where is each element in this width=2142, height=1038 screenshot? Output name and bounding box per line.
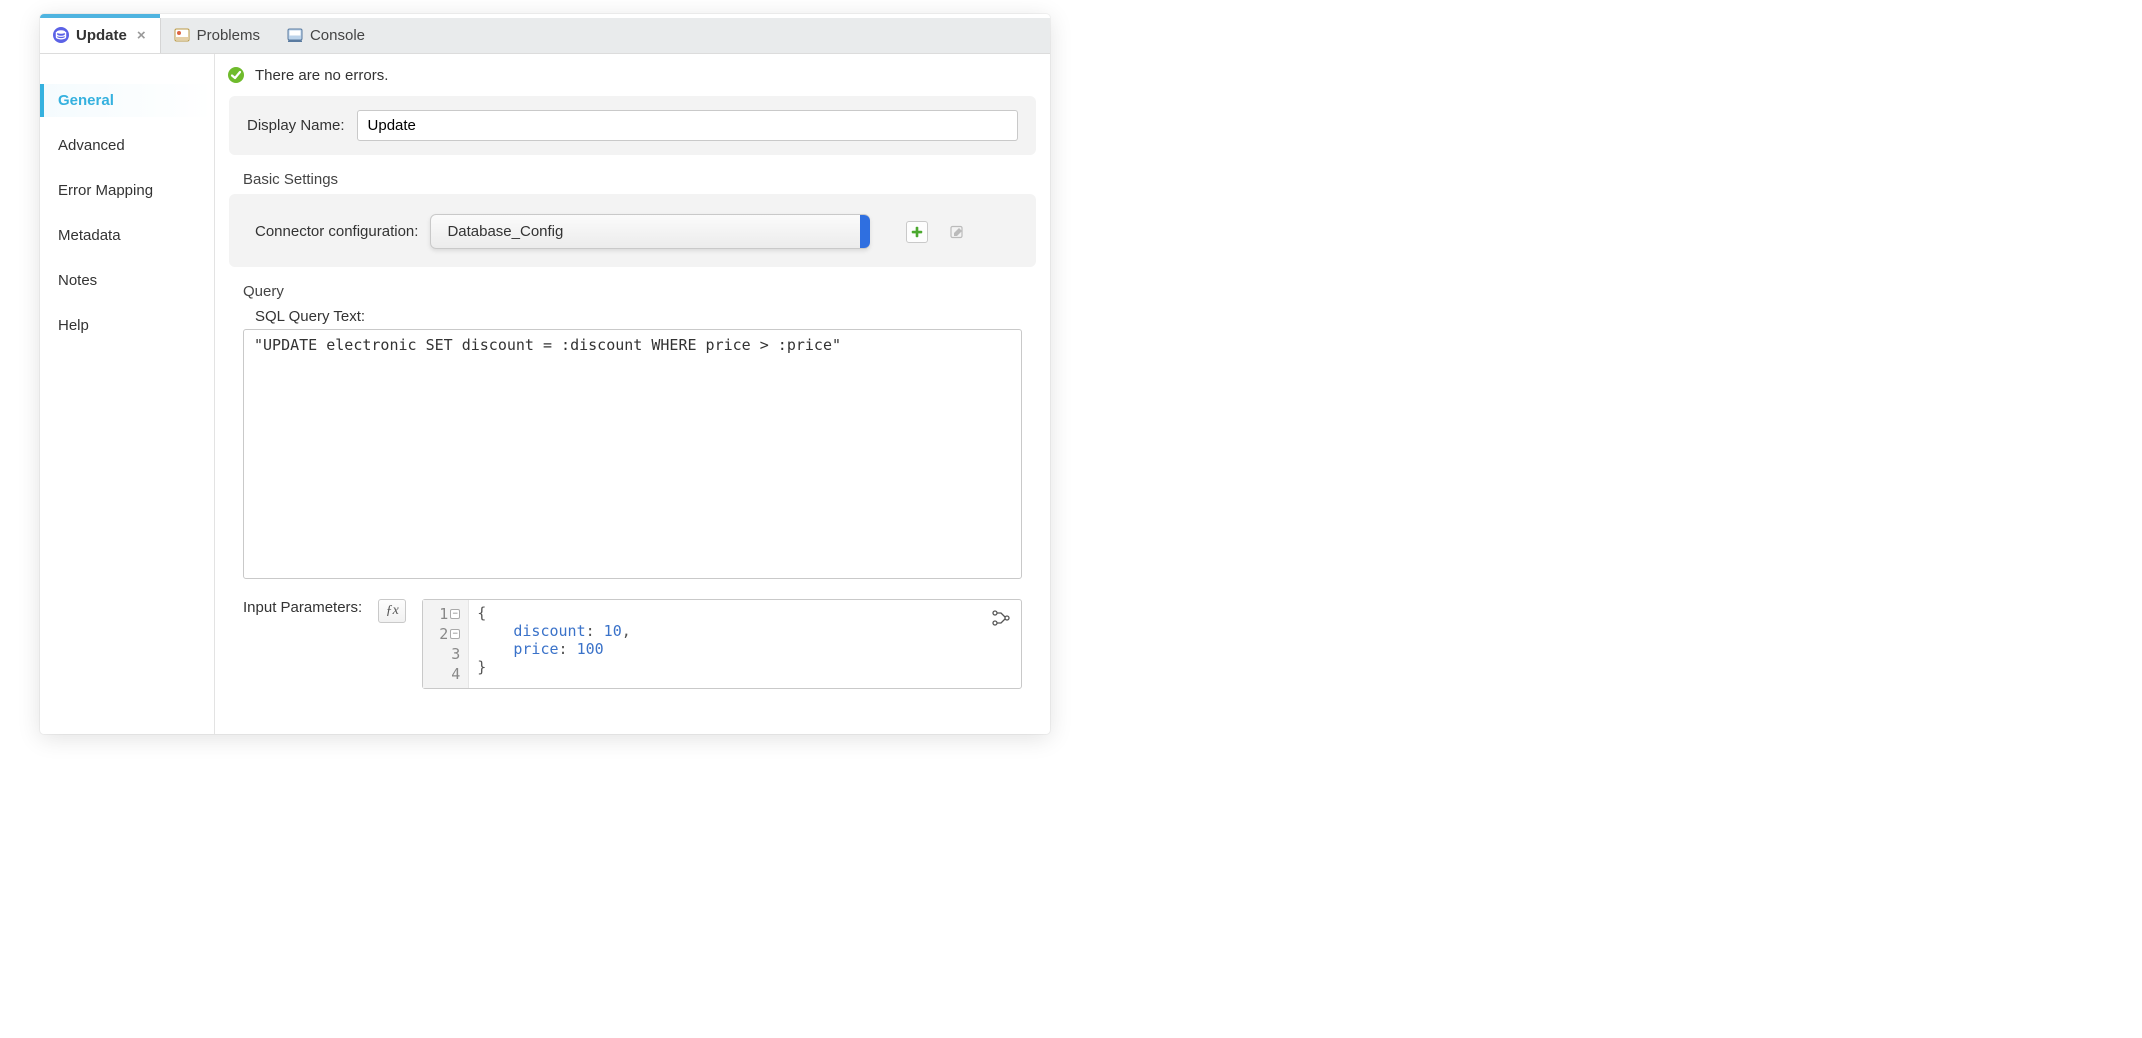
query-title: Query xyxy=(215,281,1050,300)
input-parameters-editor[interactable]: 1− 2− 3 4 { discount: 10, price: 100 } xyxy=(422,599,1022,689)
connector-config-value: Database_Config xyxy=(447,223,563,240)
code-body[interactable]: { discount: 10, price: 100 } xyxy=(469,600,1021,688)
tab-bar: Update × Problems Console xyxy=(40,18,1050,54)
database-icon xyxy=(52,26,70,44)
sql-query-text: "UPDATE electronic SET discount = :disco… xyxy=(254,336,841,354)
edit-connector-button[interactable] xyxy=(946,221,968,243)
tab-label: Console xyxy=(310,27,365,44)
sidebar-item-advanced[interactable]: Advanced xyxy=(40,129,214,162)
status-ok-icon xyxy=(227,66,245,84)
add-connector-button[interactable] xyxy=(906,221,928,243)
sidebar-item-general[interactable]: General xyxy=(40,84,214,117)
sql-query-label: SQL Query Text: xyxy=(243,308,1022,325)
status-row: There are no errors. xyxy=(215,54,1050,96)
problems-icon xyxy=(173,26,191,44)
tab-problems[interactable]: Problems xyxy=(161,18,274,53)
display-name-input[interactable] xyxy=(357,110,1018,141)
show-graph-icon[interactable] xyxy=(991,608,1011,628)
line-number: 2 xyxy=(439,625,448,643)
sidebar-item-metadata[interactable]: Metadata xyxy=(40,219,214,252)
sidebar-item-error-mapping[interactable]: Error Mapping xyxy=(40,174,214,207)
properties-window: Update × Problems Console xyxy=(40,14,1050,734)
connector-config-label: Connector configuration: xyxy=(255,223,418,240)
line-number: 3 xyxy=(451,645,460,663)
fx-button[interactable]: ƒx xyxy=(378,599,406,623)
tab-label: Update xyxy=(76,27,127,44)
body: General Advanced Error Mapping Metadata … xyxy=(40,54,1050,734)
code-key: price xyxy=(513,640,558,658)
code-number: 10 xyxy=(604,622,622,640)
sidebar-item-help[interactable]: Help xyxy=(40,309,214,342)
tab-label: Problems xyxy=(197,27,260,44)
editor-gutter: 1− 2− 3 4 xyxy=(423,600,469,688)
code-brace: } xyxy=(477,658,486,676)
close-icon[interactable]: × xyxy=(137,27,146,44)
fold-icon[interactable]: − xyxy=(450,609,460,619)
tab-update[interactable]: Update × xyxy=(40,18,161,53)
fold-icon[interactable]: − xyxy=(450,629,460,639)
display-name-label: Display Name: xyxy=(247,117,345,134)
status-text: There are no errors. xyxy=(255,67,388,84)
basic-settings-title: Basic Settings xyxy=(215,169,1050,188)
tab-console[interactable]: Console xyxy=(274,18,379,53)
main-panel: There are no errors. Display Name: Basic… xyxy=(215,54,1050,734)
sidebar-item-label: Advanced xyxy=(58,137,125,154)
line-number: 4 xyxy=(451,665,460,683)
code-number: 100 xyxy=(577,640,604,658)
sidebar-item-label: Error Mapping xyxy=(58,182,153,199)
sidebar: General Advanced Error Mapping Metadata … xyxy=(40,54,215,734)
input-parameters-label: Input Parameters: xyxy=(243,599,362,616)
sidebar-item-label: General xyxy=(58,92,114,109)
code-key: discount xyxy=(513,622,585,640)
sql-query-textarea[interactable]: "UPDATE electronic SET discount = :disco… xyxy=(243,329,1022,579)
sidebar-item-label: Help xyxy=(58,317,89,334)
basic-settings-panel: Connector configuration: Database_Config xyxy=(229,194,1036,267)
display-name-panel: Display Name: xyxy=(229,96,1036,155)
sidebar-item-label: Metadata xyxy=(58,227,121,244)
sidebar-item-label: Notes xyxy=(58,272,97,289)
line-number: 1 xyxy=(439,605,448,623)
dropdown-arrow-icon xyxy=(860,215,870,248)
code-brace: { xyxy=(477,604,486,622)
console-icon xyxy=(286,26,304,44)
sidebar-item-notes[interactable]: Notes xyxy=(40,264,214,297)
connector-config-dropdown[interactable]: Database_Config xyxy=(430,214,870,249)
